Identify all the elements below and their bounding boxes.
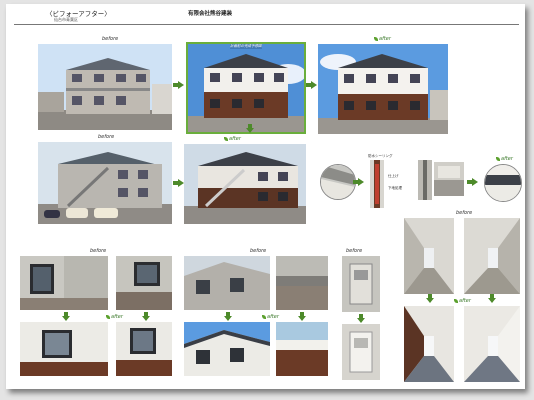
photo-corridor-before [404, 218, 454, 294]
photo-roof-before [184, 256, 270, 310]
sealing-diagram [368, 160, 386, 208]
arrow-down [142, 312, 150, 321]
leaf-icon [454, 298, 458, 303]
document-sheet: 〈ビフォーアフター〉 仙台市青葉区 有限会社熊谷建装 before 計画前の完成… [6, 4, 525, 389]
photo-building-plan [186, 42, 306, 134]
diagram-caption: 下地処理 [388, 186, 402, 190]
photo-building-after-2 [184, 144, 306, 224]
after-label: after [224, 136, 241, 142]
photo-corridor-before-2 [464, 218, 520, 294]
after-label: after [496, 156, 513, 162]
sealant-photo [418, 160, 432, 200]
photo-window-after [20, 322, 108, 376]
before-label: before [90, 248, 107, 254]
before-label: before [250, 248, 267, 254]
leaf-icon [224, 136, 228, 141]
arrow-down [488, 294, 496, 303]
photo-meter-after [342, 324, 380, 380]
arrow-down [224, 312, 232, 321]
arrow-down [357, 314, 365, 323]
before-label: before [102, 36, 119, 42]
company-name: 有限会社熊谷建装 [188, 11, 233, 17]
photo-meter-before [342, 256, 380, 312]
after-label: after [106, 314, 123, 320]
photo-eave-after [276, 322, 328, 376]
leaf-icon [496, 156, 500, 161]
detail-circle-after [484, 164, 522, 202]
photo-eave-before [276, 256, 328, 310]
after-label: after [454, 298, 471, 304]
photo-corridor-after-2 [464, 306, 520, 382]
photo-building-after-1 [318, 44, 448, 134]
before-label: before [346, 248, 363, 254]
before-label: before [98, 134, 115, 140]
photo-window-before-2 [116, 256, 172, 310]
leaf-icon [374, 36, 378, 41]
arrow-right [353, 178, 364, 186]
arrow-down [298, 312, 306, 321]
page-header: 〈ビフォーアフター〉 仙台市青葉区 有限会社熊谷建装 [14, 6, 519, 25]
photo-building-before-2 [38, 142, 172, 224]
arrow-right [173, 81, 184, 89]
photo-corridor-after [404, 306, 454, 382]
plan-label: 計画前の完成予想図 [230, 44, 262, 49]
leaf-icon [106, 314, 110, 319]
before-label: before [456, 210, 473, 216]
arrow-down [62, 312, 70, 321]
after-label: after [374, 36, 391, 42]
arrow-down [426, 294, 434, 303]
detail-circle-photo [320, 164, 356, 200]
photo-window-after-2 [116, 322, 172, 376]
after-label: after [262, 314, 279, 320]
photo-building-before-1 [38, 44, 172, 130]
leaf-icon [262, 314, 266, 319]
arrow-right [467, 178, 478, 186]
arrow-down [246, 124, 254, 133]
arrow-right [306, 81, 317, 89]
diagram-caption: 防水シーリング [368, 154, 393, 158]
location-label: 仙台市青葉区 [54, 17, 78, 22]
diagram-caption: 仕上げ [388, 174, 399, 178]
photo-roof-after [184, 322, 270, 376]
photo-window-before [20, 256, 108, 310]
joint-photo [434, 162, 464, 196]
